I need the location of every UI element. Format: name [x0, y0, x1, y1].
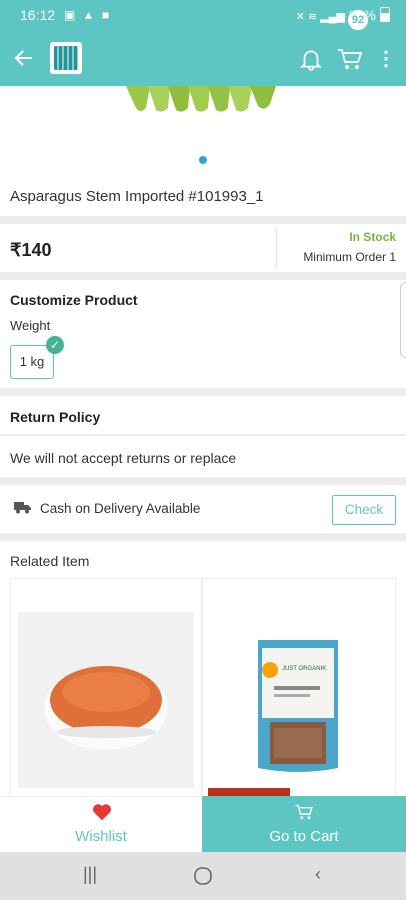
- bell-icon[interactable]: [298, 46, 324, 72]
- vertical-divider: [276, 228, 277, 268]
- battery-icon: [380, 7, 390, 22]
- cod-text: Cash on Delivery Available: [40, 501, 201, 516]
- system-nav-bar: ||| ‹: [0, 852, 406, 900]
- pouch-brand: JUST ORGANIK: [282, 666, 326, 672]
- home-icon[interactable]: [191, 865, 215, 887]
- divider: [0, 477, 406, 485]
- divider: [0, 216, 406, 224]
- customize-title: Customize Product: [10, 292, 138, 308]
- store-logo[interactable]: [50, 42, 82, 74]
- weight-label: Weight: [10, 318, 51, 333]
- status-right: ✕ ≋ ▂▄▆ 65%: [296, 7, 390, 23]
- cart-icon[interactable]: [336, 46, 364, 72]
- scroll-edge: [400, 282, 406, 358]
- divider: [0, 388, 406, 396]
- recents-icon[interactable]: |||: [78, 864, 102, 885]
- status-notification-icons: ▣ ▲ ■: [64, 8, 112, 22]
- more-vert-icon[interactable]: ⋮: [376, 46, 396, 72]
- app-bar: 92 ⋮: [0, 9, 406, 86]
- signal-icon: ✕ ≋ ▂▄▆: [295, 11, 348, 23]
- back-nav-icon[interactable]: ‹: [306, 864, 330, 885]
- truck-icon: [14, 500, 32, 514]
- heart-icon: [92, 802, 112, 822]
- return-policy-title: Return Policy: [10, 409, 101, 425]
- product-image[interactable]: [120, 86, 280, 114]
- product-price: ₹140: [10, 240, 52, 260]
- check-delivery-button[interactable]: Check: [332, 495, 396, 525]
- status-time: 16:12: [20, 7, 56, 23]
- minimum-order: Minimum Order 1: [303, 250, 396, 264]
- related-item-image[interactable]: JUST ORGANIK: [252, 636, 344, 776]
- back-arrow-icon[interactable]: [10, 44, 38, 72]
- divider: [0, 272, 406, 280]
- check-icon: ✓: [46, 336, 64, 354]
- stock-status: In Stock: [349, 230, 396, 244]
- divider: [0, 434, 406, 436]
- divider: [0, 533, 406, 541]
- wishlist-label: Wishlist: [75, 828, 127, 845]
- image-pager-dot[interactable]: [199, 156, 207, 164]
- product-name: Asparagus Stem Imported #101993_1: [10, 188, 264, 205]
- cart-icon: [294, 802, 314, 822]
- related-item-image[interactable]: [18, 612, 194, 788]
- return-policy-text: We will not accept returns or replace: [10, 450, 237, 466]
- related-title: Related Item: [10, 553, 90, 569]
- status-bar: 16:12 ▣ ▲ ■ ✕ ≋ ▂▄▆ 65%: [0, 0, 406, 30]
- go-to-cart-label: Go to Cart: [269, 828, 339, 845]
- cart-count-badge: 92: [347, 9, 369, 31]
